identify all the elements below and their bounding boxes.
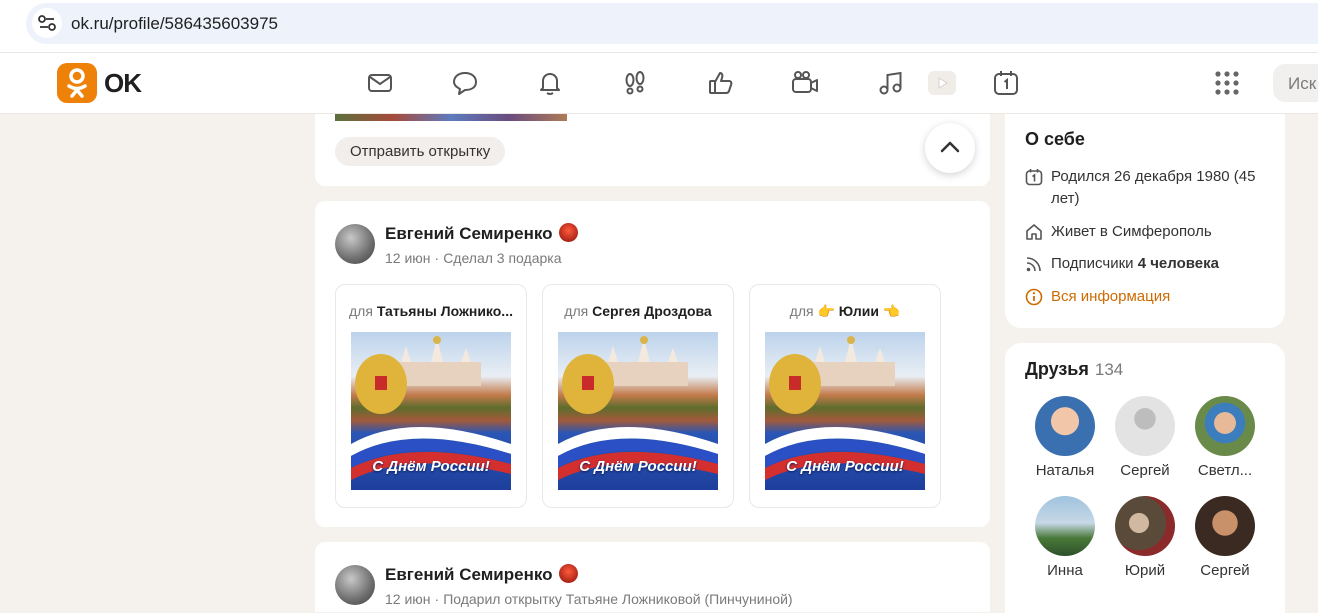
friends-panel: Друзья 134 Наталья Сергей Светл... Инна Ю…	[1005, 343, 1285, 613]
friend-name[interactable]: Сергей	[1185, 562, 1265, 579]
site-settings-icon[interactable]	[32, 8, 62, 38]
friend-name[interactable]: Юрий	[1105, 562, 1185, 579]
gift-recipient: для Сергея Дроздова	[564, 303, 712, 319]
rose-badge-icon	[558, 223, 578, 242]
gift-recipient: для Татьяны Ложнико...	[349, 303, 513, 319]
search-input[interactable]: Иск	[1273, 64, 1318, 102]
rss-icon	[1026, 257, 1041, 272]
post-action: Подарил открытку Татьяне Ложниковой (Пин…	[443, 591, 793, 607]
home-icon	[1026, 224, 1042, 240]
gift-caption: С Днём России!	[372, 458, 490, 475]
apps-grid-icon[interactable]	[1214, 70, 1240, 96]
card-image-bottom[interactable]	[335, 114, 567, 121]
url-text: ok.ru/profile/586435603975	[71, 14, 278, 33]
post-meta: 12 июн · Сделал 3 подарка	[385, 250, 562, 266]
post-action: Сделал 3 подарка	[443, 250, 562, 266]
video-camera-icon[interactable]	[791, 69, 819, 97]
subscribers-label: Подписчики	[1051, 255, 1134, 272]
music-icon[interactable]	[876, 69, 904, 97]
friend-name[interactable]: Наталья	[1025, 462, 1105, 479]
post-author-name: Евгений Семиренко	[385, 565, 553, 584]
author-avatar[interactable]	[335, 565, 375, 605]
mail-icon[interactable]	[366, 69, 394, 97]
rose-badge-icon	[558, 564, 578, 583]
site-header: OK Иск	[0, 53, 1318, 114]
footprints-icon[interactable]	[621, 69, 649, 97]
calendar-icon[interactable]	[992, 69, 1020, 97]
scroll-to-top-button[interactable]	[925, 123, 975, 173]
gift-image[interactable]: С Днём России!	[765, 332, 925, 490]
chevron-up-icon	[940, 141, 960, 153]
like-icon[interactable]	[707, 69, 735, 97]
post-date[interactable]: 12 июн	[385, 591, 431, 607]
bell-icon[interactable]	[536, 69, 564, 97]
post-author[interactable]: Евгений Семиренко	[385, 564, 578, 585]
friend-avatar[interactable]	[1035, 496, 1095, 556]
feed-card-previous: Отправить открытку	[315, 114, 990, 186]
logo-text[interactable]: OK	[104, 68, 142, 99]
gift-image[interactable]: С Днём России!	[351, 332, 511, 490]
friends-count: 134	[1094, 360, 1124, 379]
meta-separator: ·	[434, 250, 440, 266]
birth-text: Родился 26 декабря 1980 (45 лет)	[1051, 168, 1256, 207]
feed-post-card: Евгений Семиренко 12 июн · Подарил открытк…	[315, 542, 990, 612]
friend-name[interactable]: Светл...	[1185, 462, 1265, 479]
subscribers-value: 4 человека	[1137, 255, 1219, 272]
gift-card[interactable]: для Татьяны Ложнико... С Днём России!	[335, 284, 527, 508]
gift-card[interactable]: для Сергея Дроздова С Днём России!	[542, 284, 734, 508]
about-panel: О себе Родился 26 декабря 1980 (45 лет) …	[1005, 114, 1285, 328]
post-date[interactable]: 12 июн	[385, 250, 431, 266]
location-text[interactable]: Живет в Симферополь	[1051, 221, 1276, 243]
gift-caption: С Днём России!	[579, 458, 697, 475]
feed-post-gifts: Евгений Семиренко 12 июн · Сделал 3 подарк…	[315, 201, 990, 527]
friend-item[interactable]: Инна	[1025, 496, 1105, 579]
friend-avatar[interactable]	[1115, 396, 1175, 456]
friend-item[interactable]: Сергей	[1185, 496, 1265, 579]
friend-avatar[interactable]	[1035, 396, 1095, 456]
all-info-text: Вся информация	[1051, 288, 1171, 305]
author-avatar[interactable]	[335, 224, 375, 264]
about-title: О себе	[1025, 129, 1085, 149]
friend-avatar[interactable]	[1195, 396, 1255, 456]
send-card-button[interactable]: Отправить открытку	[335, 137, 506, 166]
post-author[interactable]: Евгений Семиренко	[385, 223, 578, 244]
friend-name[interactable]: Сергей	[1105, 462, 1185, 479]
browser-toolbar: ok.ru/profile/586435603975	[0, 0, 1318, 53]
friend-item[interactable]: Юрий	[1105, 496, 1185, 579]
friends-title[interactable]: Друзья 134	[1025, 359, 1123, 380]
friend-avatar[interactable]	[1195, 496, 1255, 556]
info-icon	[1025, 288, 1043, 306]
ok-logo-icon[interactable]	[57, 63, 97, 103]
friend-item[interactable]: Сергей	[1105, 396, 1185, 479]
calendar-icon	[1025, 169, 1043, 186]
video-play-icon[interactable]	[927, 69, 957, 97]
gift-recipient: для 👉 Юлии 👈	[789, 303, 901, 319]
friend-avatar[interactable]	[1115, 496, 1175, 556]
meta-separator: ·	[434, 591, 440, 607]
gift-image[interactable]: С Днём России!	[558, 332, 718, 490]
friend-item[interactable]: Светл...	[1185, 396, 1265, 479]
address-bar[interactable]: ok.ru/profile/586435603975	[26, 3, 1318, 44]
post-author-name: Евгений Семиренко	[385, 224, 553, 243]
gift-card[interactable]: для 👉 Юлии 👈 С Днём России!	[749, 284, 941, 508]
chat-icon[interactable]	[451, 69, 479, 97]
friend-name[interactable]: Инна	[1025, 562, 1105, 579]
post-meta: 12 июн · Подарил открытку Татьяне Ложников…	[385, 591, 793, 607]
birth-row: Родился 26 декабря 1980 (45 лет)	[1025, 166, 1275, 210]
friend-item[interactable]: Наталья	[1025, 396, 1105, 479]
search-placeholder: Иск	[1288, 74, 1317, 93]
gift-caption: С Днём России!	[786, 458, 904, 475]
